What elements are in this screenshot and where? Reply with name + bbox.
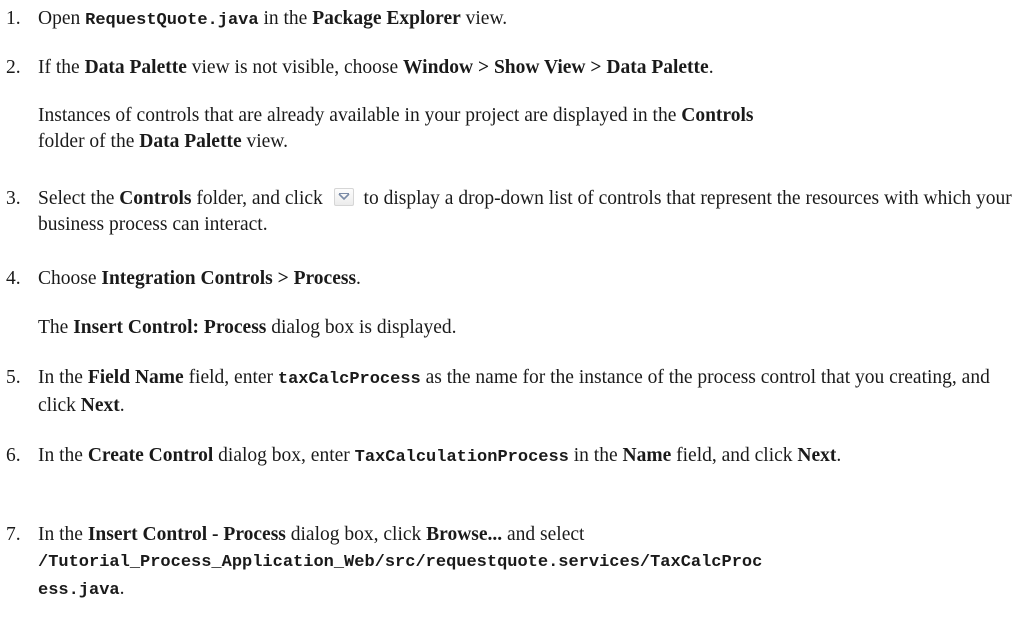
step-text: Select the Controls folder, and click to… (38, 186, 1026, 238)
ui-term: Integration Controls > Process (101, 268, 357, 289)
ui-term: Field Name (87, 367, 184, 388)
code-text: RequestQuote.java (85, 11, 259, 30)
text-run: . (119, 578, 125, 599)
step-4: 4. Choose Integration Controls > Process… (6, 266, 1026, 292)
step-number: 3. (6, 188, 21, 209)
text-run: folder, and click (191, 188, 328, 209)
step-6: 6. In the Create Control dialog box, ent… (6, 443, 1026, 471)
text-run: view. (460, 8, 508, 29)
step-number: 1. (6, 8, 21, 29)
text-run: . (356, 268, 361, 289)
text-run: The (38, 317, 74, 338)
step-text: If the Data Palette view is not visible,… (38, 55, 1026, 81)
text-run: field, and click (671, 445, 798, 466)
step-text: In the Insert Control - Process dialog b… (38, 522, 1026, 604)
step-1: 1. Open RequestQuote.java in the Package… (6, 6, 1026, 34)
code-text: ess.java (38, 581, 120, 600)
text-run: field, enter (183, 367, 278, 388)
step-4-note: The Insert Control: Process dialog box i… (38, 315, 1018, 341)
step-5: 5. In the Field Name field, enter taxCal… (6, 365, 1026, 419)
text-run: . (119, 395, 125, 416)
text-run: dialog box, enter (213, 445, 355, 466)
ui-term: Insert Control: Process (73, 317, 267, 338)
text-run: In the (38, 367, 88, 388)
step-2: 2. If the Data Palette view is not visib… (6, 55, 1026, 81)
step-text: Open RequestQuote.java in the Package Ex… (38, 6, 1026, 34)
step-7: 7. In the Insert Control - Process dialo… (6, 522, 1026, 604)
step-3: 3. Select the Controls folder, and click… (6, 186, 1026, 238)
step-number: 2. (6, 57, 21, 78)
step-number: 6. (6, 445, 21, 466)
step-text: In the Create Control dialog box, enter … (38, 443, 1026, 471)
ui-term: Next (80, 395, 120, 416)
step-text: Choose Integration Controls > Process. (38, 266, 1026, 292)
step-number: 5. (6, 367, 21, 388)
step-number: 7. (6, 524, 21, 545)
code-text: TaxCalculationProcess (354, 448, 569, 467)
instruction-document: 1. Open RequestQuote.java in the Package… (0, 0, 1033, 633)
text-run: . (708, 57, 714, 78)
text-run: Instances of controls that are already a… (38, 105, 682, 126)
code-text: /Tutorial_Process_Application_Web/src/re… (38, 553, 763, 572)
step-number: 4. (6, 268, 21, 289)
text-run: Select the (38, 188, 120, 209)
text-run: In the (38, 524, 88, 545)
text-run: If the (38, 57, 85, 78)
text-run: dialog box is displayed. (266, 317, 457, 338)
step-text: In the Field Name field, enter taxCalcPr… (38, 365, 1026, 419)
ui-term: Window > Show View > Data Palette (403, 57, 709, 78)
text-run: Open (38, 8, 86, 29)
text-run: view is not visible, choose (186, 57, 403, 78)
code-text: taxCalcProcess (277, 370, 421, 389)
ui-term: Data Palette (139, 131, 242, 152)
step-2-note: Instances of controls that are already a… (38, 103, 798, 155)
ui-term: Controls (681, 105, 754, 126)
text-run: folder of the (38, 131, 140, 152)
text-run: In the (38, 445, 88, 466)
ui-term: Data Palette (84, 57, 187, 78)
ui-term: Browse... (426, 524, 503, 545)
ui-term: Controls (119, 188, 192, 209)
text-run: Choose (38, 268, 102, 289)
text-run: . (836, 445, 842, 466)
text-run: in the (568, 445, 623, 466)
dropdown-arrow-icon (333, 188, 354, 206)
ui-term: Next (797, 445, 837, 466)
text-run: dialog box, click (285, 524, 427, 545)
text-run: in the (258, 8, 313, 29)
ui-term: Package Explorer (312, 8, 461, 29)
text-run: view. (241, 131, 288, 152)
ui-term: Insert Control - Process (87, 524, 286, 545)
text-run: and select (502, 524, 585, 545)
ui-term: Name (622, 445, 672, 466)
ui-term: Create Control (87, 445, 214, 466)
